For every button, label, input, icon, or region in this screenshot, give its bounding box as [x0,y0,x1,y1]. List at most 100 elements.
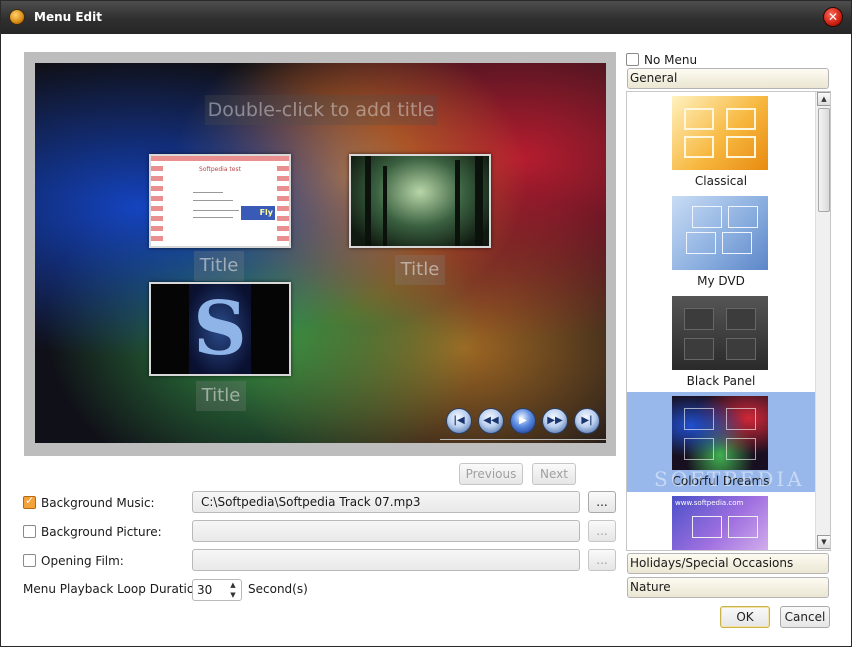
watermark: SOFTPEDIA [654,467,805,491]
category-general[interactable]: General [627,68,829,89]
template-purple[interactable]: www.softpedia.com [627,492,815,550]
frame-shape [726,408,756,430]
opening-film-row: Opening Film: [23,554,124,568]
template-name: Black Panel [686,374,756,388]
tree-shape [475,156,483,246]
skip-end-icon: ▶| [581,415,593,426]
template-name: Classical [694,174,748,188]
loop-duration-label: Menu Playback Loop Duration: [23,582,206,596]
template-purple-thumbnail: www.softpedia.com [672,496,768,550]
frame-shape [686,232,716,254]
rewind-icon: ◀◀ [483,415,499,426]
ok-button[interactable]: OK [720,606,770,628]
preview-title-placeholder[interactable]: Double-click to add title [205,95,437,125]
background-music-field[interactable]: C:\Softpedia\Softpedia Track 07.mp3 [192,491,580,513]
opening-film-browse-button[interactable]: ... [588,549,616,571]
play-icon: ▶ [519,415,527,426]
thumbnail-glyph: S [193,286,247,372]
category-nature[interactable]: Nature [627,577,829,598]
window-title: Menu Edit [34,10,102,24]
frame-shape [726,308,756,330]
thumbnail-text-line [193,217,233,218]
opening-film-checkbox[interactable] [23,554,36,567]
background-music-checkbox[interactable] [23,494,36,509]
preview-thumbnail-1[interactable]: Softpedia test Fly [149,154,291,248]
template-my-dvd-thumbnail [672,196,768,270]
frame-shape [726,136,756,158]
template-classical[interactable]: Classical [627,92,815,192]
thumbnail-header: Softpedia test [199,166,241,173]
thumbnail-paper: Softpedia test Fly [163,162,277,242]
background-music-row: Background Music: [23,494,155,510]
thumbnail-text-line [193,210,239,211]
scroll-thumb[interactable] [818,108,830,212]
thumbnail-title-2[interactable]: Title [395,255,445,285]
tree-shape [383,166,387,246]
thumbnail-text-line [193,192,223,193]
thumbnail-title-3[interactable]: Title [196,381,246,411]
playback-controls: |◀ ◀◀ ▶ ▶▶ ▶| [444,404,606,440]
no-menu-row: No Menu [626,53,697,67]
background-picture-checkbox[interactable] [23,525,36,538]
template-list-scrollbar[interactable]: ▲ ▼ [815,92,830,550]
decrement-icon[interactable]: ▼ [225,590,241,600]
fast-forward-icon: ▶▶ [547,415,563,426]
frame-shape [722,232,752,254]
template-black-panel[interactable]: Black Panel [627,292,815,392]
menu-preview[interactable]: Double-click to add title Softpedia test… [35,63,606,443]
template-name: My DVD [697,274,745,288]
template-thumb-url: www.softpedia.com [675,499,744,507]
background-music-browse-button[interactable]: ... [588,491,616,513]
scroll-up-icon[interactable]: ▲ [817,92,830,106]
close-icon: ✕ [827,10,839,24]
cancel-button[interactable]: Cancel [780,606,830,628]
thumbnail-title-1[interactable]: Title [194,251,244,281]
category-holidays[interactable]: Holidays/Special Occasions [627,553,829,574]
loop-duration-stepper[interactable]: 30 ▲ ▼ [192,579,242,601]
frame-shape [684,308,714,330]
background-music-label: Background Music: [41,496,155,510]
frame-shape [684,108,714,130]
frame-shape [684,408,714,430]
increment-icon[interactable]: ▲ [225,580,241,590]
tree-shape [365,156,371,246]
loop-duration-value: 30 [197,583,213,597]
skip-start-button[interactable]: |◀ [446,408,472,434]
fast-forward-button[interactable]: ▶▶ [542,408,568,434]
scroll-down-icon[interactable]: ▼ [817,535,830,549]
opening-film-field[interactable] [192,549,580,571]
app-icon [9,9,25,25]
template-classical-thumbnail [672,96,768,170]
preview-thumbnail-2[interactable] [349,154,491,248]
close-button[interactable]: ✕ [823,7,843,27]
frame-shape [684,136,714,158]
no-menu-label: No Menu [644,53,698,67]
frame-shape [692,206,722,228]
frame-shape [684,438,714,460]
tree-shape [455,160,460,246]
frame-shape [728,516,758,538]
thumbnail-logo: Fly [241,206,275,220]
background-picture-browse-button[interactable]: ... [588,520,616,542]
no-menu-checkbox[interactable] [626,53,639,66]
background-picture-field[interactable] [192,520,580,542]
template-black-panel-thumbnail [672,296,768,370]
frame-shape [684,338,714,360]
frame-shape [728,206,758,228]
next-button[interactable]: Next [532,463,576,485]
rewind-button[interactable]: ◀◀ [478,408,504,434]
template-colorful-dreams-thumbnail [672,396,768,470]
menu-edit-window: Menu Edit ✕ Double-click to add title So… [0,0,852,647]
title-bar: Menu Edit ✕ [1,1,851,34]
skip-end-button[interactable]: ▶| [574,408,600,434]
frame-shape [726,438,756,460]
play-button[interactable]: ▶ [510,408,536,434]
previous-button[interactable]: Previous [459,463,523,485]
loop-duration-unit: Second(s) [248,582,308,596]
template-my-dvd[interactable]: My DVD [627,192,815,292]
background-picture-row: Background Picture: [23,525,162,539]
background-picture-label: Background Picture: [41,525,162,539]
preview-thumbnail-3[interactable]: S [149,282,291,376]
opening-film-label: Opening Film: [41,554,124,568]
thumbnail-text-line [193,200,233,201]
